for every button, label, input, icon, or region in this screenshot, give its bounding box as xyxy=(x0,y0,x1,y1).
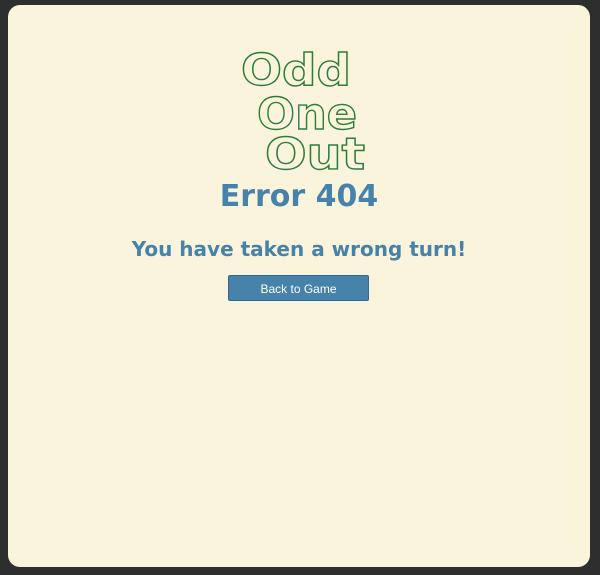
back-to-game-button[interactable]: Back to Game xyxy=(228,275,369,301)
error-title: Error 404 xyxy=(219,179,379,214)
error-message: You have taken a wrong turn! xyxy=(131,237,467,261)
page-card: Odd One Out Error 404 You have taken a w… xyxy=(8,5,590,567)
logo-wordmark: Odd One Out xyxy=(240,44,365,175)
logo-line-3: Out xyxy=(265,129,365,175)
odd-one-out-logo: Odd One Out xyxy=(233,41,373,175)
